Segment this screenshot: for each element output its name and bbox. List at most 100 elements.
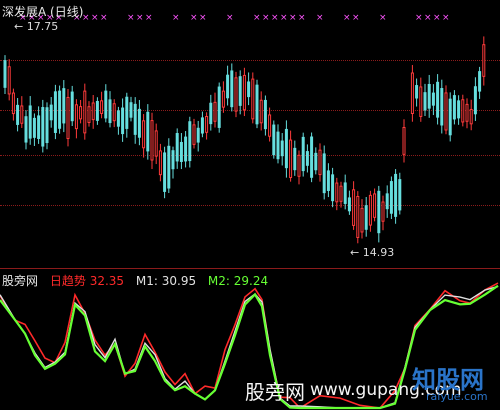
candle-body xyxy=(158,150,162,176)
candle-body xyxy=(436,81,440,118)
candle-body xyxy=(79,106,83,120)
candle-body xyxy=(221,90,225,108)
candle-body xyxy=(339,185,343,202)
candlestick-panel[interactable]: × × × × × × × × × × × × × × × × × × × × × × × × × × × × × × 深发展A (日线)… xyxy=(0,0,500,268)
candle-body xyxy=(70,91,74,122)
candle-body xyxy=(121,107,125,135)
signal-marker: × xyxy=(262,13,270,23)
signal-marker: × xyxy=(172,13,180,23)
candle-body xyxy=(45,107,49,144)
candle-body xyxy=(226,74,230,99)
candle-body xyxy=(289,139,293,179)
signal-marker: × xyxy=(253,13,261,23)
candle-body xyxy=(196,127,200,143)
candle-body xyxy=(163,152,167,192)
signal-marker: × xyxy=(343,13,351,23)
candle-body xyxy=(62,88,66,124)
signal-marker: × xyxy=(100,13,108,23)
candle-body xyxy=(154,130,158,157)
candle-body xyxy=(469,108,473,125)
candle-body xyxy=(478,71,482,92)
candle-body xyxy=(276,131,280,160)
candle-body xyxy=(419,86,423,117)
legend-trend-label: 日趋势 xyxy=(49,274,86,288)
candle-body xyxy=(465,103,469,122)
candle-body xyxy=(74,104,78,130)
signal-marker: × xyxy=(316,13,324,23)
candle-body xyxy=(398,179,402,211)
candle-body xyxy=(133,103,137,135)
candle-body xyxy=(37,115,41,139)
candle-body xyxy=(213,101,217,122)
candle-body xyxy=(381,201,385,222)
high-price-label: ← 17.75 xyxy=(14,20,58,33)
candle-body xyxy=(66,96,70,140)
candle-body xyxy=(326,170,330,191)
candle-body xyxy=(402,126,406,155)
candle-body xyxy=(137,108,141,138)
candle-body xyxy=(184,136,188,162)
candle-body xyxy=(91,102,95,121)
candle-body xyxy=(314,152,318,171)
candle-body xyxy=(305,151,309,166)
candle-body xyxy=(247,81,251,98)
candle-body xyxy=(452,95,456,120)
candle-body xyxy=(41,107,45,147)
candle-body xyxy=(171,150,175,170)
candle-body xyxy=(53,91,57,133)
arrow-left-icon: ← xyxy=(350,246,360,259)
candle-body xyxy=(104,90,108,119)
candle-body xyxy=(87,106,91,123)
candle-body xyxy=(24,116,28,143)
candle-body xyxy=(431,92,435,106)
candle-body xyxy=(83,90,87,134)
candle-body xyxy=(410,72,414,114)
candle-body xyxy=(259,99,263,124)
candle-body xyxy=(364,205,368,230)
signal-marker: × xyxy=(415,13,423,23)
signal-marker: × xyxy=(280,13,288,23)
signal-marker: × xyxy=(433,13,441,23)
candle-body xyxy=(32,117,36,138)
candle-body xyxy=(142,120,146,149)
candle-body xyxy=(179,141,183,162)
indicator-panel[interactable]: 股旁网 日趋势 32.35 M1: 30.95 M2: 29.24 股旁网 ww… xyxy=(0,268,500,410)
candle-body xyxy=(394,173,398,217)
candle-body xyxy=(368,194,372,226)
candle-body xyxy=(188,121,192,162)
candle-body xyxy=(100,100,104,114)
candle-body xyxy=(7,66,11,95)
candle-body xyxy=(293,147,297,171)
legend-trend-value: 32.35 xyxy=(89,274,125,288)
candle-body xyxy=(234,77,238,112)
candle-body xyxy=(146,111,150,152)
candle-body xyxy=(385,193,389,210)
candle-body xyxy=(448,98,452,136)
chart-title: 深发展A (日线) xyxy=(2,5,84,19)
candle-body xyxy=(20,105,24,124)
candle-body xyxy=(28,105,32,139)
signal-marker: × xyxy=(424,13,432,23)
signal-marker: × xyxy=(145,13,153,23)
candle-body xyxy=(318,149,322,176)
candle-body xyxy=(175,133,179,162)
candle-body xyxy=(310,136,314,178)
candle-body xyxy=(352,189,356,226)
candle-body xyxy=(167,145,171,189)
candle-body xyxy=(284,128,288,169)
signal-marker: × xyxy=(226,13,234,23)
candle-body xyxy=(95,100,99,121)
signal-marker: × xyxy=(190,13,198,23)
candle-body xyxy=(238,76,242,106)
candle-body xyxy=(415,85,419,99)
signal-marker: × xyxy=(298,13,306,23)
signal-marker: × xyxy=(352,13,360,23)
candle-body xyxy=(112,103,116,122)
arrow-left-icon: ← xyxy=(14,20,24,33)
candle-body xyxy=(280,140,284,157)
candle-body xyxy=(356,195,360,238)
candle-body xyxy=(427,83,431,109)
candle-body xyxy=(11,92,15,115)
watermark-logo-sub: raiyue.com xyxy=(426,390,488,403)
indicator-title: 股旁网 xyxy=(2,274,39,288)
